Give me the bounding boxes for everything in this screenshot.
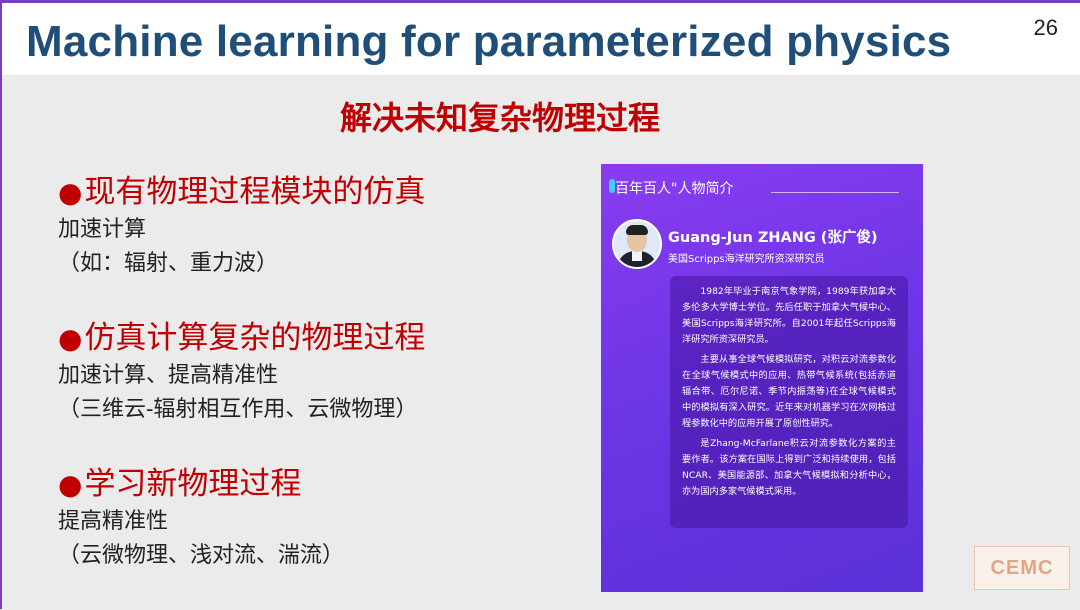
bio-paragraph: 主要从事全球气候模拟研究，对积云对流参数化在全球气候模式中的应用、热带气候系统(…	[682, 354, 896, 429]
bullet-line: （如：辐射、重力波）	[58, 251, 279, 276]
slide-title: Machine learning for parameterized physi…	[26, 17, 952, 66]
cemc-logo: CEMC	[974, 546, 1070, 590]
bio-paragraph: 是Zhang-McFarlane积云对流参数化方案的主要作者。该方案在国际上得到…	[682, 438, 896, 497]
bullet-line: 加速计算	[58, 217, 147, 242]
bullet-item: ●学习新物理过程 提高精准性 （云微物理、浅对流、湍流）	[58, 464, 578, 610]
card-header: 百年百人"人物简介	[615, 181, 734, 197]
bullet-dot-icon: ●	[58, 468, 83, 501]
bullet-heading: ●学习新物理过程	[58, 466, 302, 502]
slide-header: Machine learning for parameterized physi…	[2, 3, 1080, 75]
bullet-line: （三维云-辐射相互作用、云微物理）	[58, 397, 418, 422]
bullet-heading: ●现有物理过程模块的仿真	[58, 174, 426, 210]
person-role: 美国Scripps海洋研究所资深研究员	[668, 254, 825, 265]
bullet-line: 提高精准性	[58, 509, 169, 534]
bio-box: 1982年毕业于南京气象学院，1989年获加拿大多伦多大学博士学位。先后任职于加…	[670, 276, 908, 528]
avatar	[612, 219, 662, 269]
profile-card: 百年百人"人物简介 Guang-Jun ZHANG (张广俊) 美国Scripp…	[601, 164, 923, 592]
person-name: Guang-Jun ZHANG (张广俊)	[668, 230, 878, 246]
bullet-list: ●现有物理过程模块的仿真 加速计算 （如：辐射、重力波） ●仿真计算复杂的物理过…	[58, 172, 578, 610]
card-divider	[771, 192, 899, 193]
bio-paragraph: 1982年毕业于南京气象学院，1989年获加拿大多伦多大学博士学位。先后任职于加…	[682, 286, 896, 345]
slide-frame-left	[0, 0, 2, 609]
bullet-item: ●仿真计算复杂的物理过程 加速计算、提高精准性 （三维云-辐射相互作用、云微物理…	[58, 318, 578, 464]
bullet-dot-icon: ●	[58, 322, 83, 355]
bullet-dot-icon: ●	[58, 176, 83, 209]
bullet-line: （云微物理、浅对流、湍流）	[58, 543, 345, 568]
bullet-item: ●现有物理过程模块的仿真 加速计算 （如：辐射、重力波）	[58, 172, 578, 318]
bullet-line: 加速计算、提高精准性	[58, 363, 279, 388]
page-number: 26	[1033, 15, 1058, 40]
slide-subtitle: 解决未知复杂物理过程	[339, 99, 660, 137]
bullet-heading: ●仿真计算复杂的物理过程	[58, 320, 426, 356]
